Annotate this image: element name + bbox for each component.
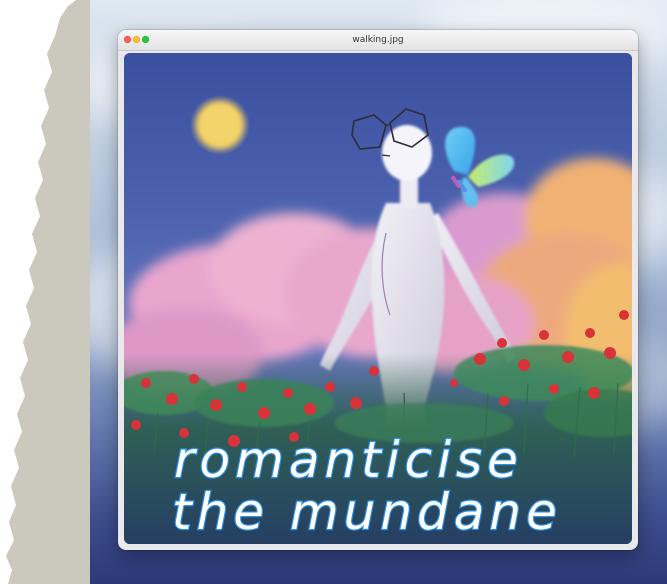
desktop-stage: walking.jpg romanticise the mundane — [0, 0, 667, 584]
artwork-illustration — [124, 53, 632, 544]
title-bar[interactable]: walking.jpg — [118, 30, 638, 51]
image-viewer-window[interactable]: walking.jpg romanticise the mundane — [118, 30, 638, 550]
window-title: walking.jpg — [352, 35, 404, 45]
image-display: romanticise the mundane — [124, 53, 632, 544]
